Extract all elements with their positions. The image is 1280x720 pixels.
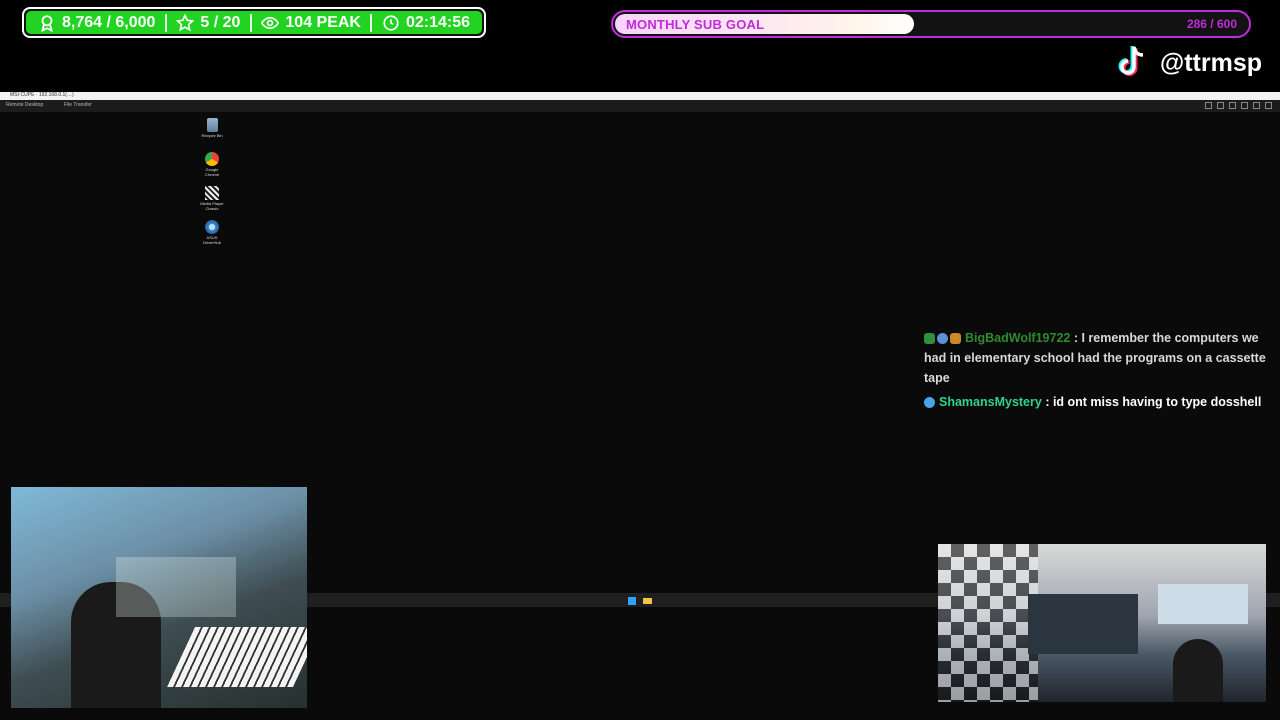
divider <box>370 13 373 32</box>
display-icon[interactable] <box>1217 102 1224 109</box>
divider <box>249 13 252 32</box>
tiktok-username: @ttrmsp <box>1159 48 1262 77</box>
eye-icon <box>261 16 280 29</box>
chat-username: ShamansMystery <box>939 395 1042 409</box>
tiktok-handle-block: @ttrmsp <box>1114 44 1262 82</box>
followers-stat: 8,764 / 6,000 <box>38 14 155 32</box>
chat-message: BigBadWolf19722 : I remember the compute… <box>924 328 1274 388</box>
uptime-stat: 02:14:56 <box>382 14 470 32</box>
tab-remote-desktop[interactable]: Remote Desktop <box>6 102 43 108</box>
divider <box>164 13 167 32</box>
badge-icon <box>924 397 935 409</box>
chrome-icon <box>205 152 219 166</box>
record-icon[interactable] <box>1253 102 1260 109</box>
chat-message: ShamansMystery : id ont miss having to t… <box>924 392 1274 412</box>
recycle-bin-icon <box>206 118 218 132</box>
webcam-room <box>938 544 1266 702</box>
desktop-icon-drive-hub[interactable]: ASUS DriverHub <box>200 220 224 245</box>
sub-goal-bar: MONTHLY SUB GOAL 286 / 600 <box>611 10 1251 38</box>
user-badges <box>924 397 935 409</box>
viewers-stat: 104 PEAK <box>261 14 361 32</box>
sub-goal-count: 286 / 600 <box>1186 17 1237 31</box>
file-explorer-icon[interactable] <box>643 598 652 604</box>
gear-icon <box>205 220 219 234</box>
tab-file-transfer[interactable]: File Transfer <box>64 102 92 108</box>
fullscreen-icon[interactable] <box>1265 102 1272 109</box>
remote-window-toolbar: Remote Desktop File Transfer <box>0 100 1280 112</box>
star-icon <box>176 13 195 31</box>
stream-stats-bar: 8,764 / 6,000 5 / 20 104 PEAK 02:14:56 <box>22 7 486 38</box>
webcam-streamer <box>11 487 307 708</box>
settings-icon[interactable] <box>1205 102 1212 109</box>
remote-window-title: MSI·CUPE · 192.168.0.1(…) <box>10 92 74 98</box>
chat-text: : id ont miss having to type dosshell <box>1045 395 1262 409</box>
chat-icon[interactable] <box>1241 102 1248 109</box>
desktop-icon-chrome[interactable]: Google Chrome <box>200 152 224 177</box>
badge-icon <box>950 333 961 345</box>
badge-icon <box>924 333 935 345</box>
award-icon <box>41 14 53 32</box>
user-badges <box>924 333 961 345</box>
remote-toolbar-icons <box>1205 102 1272 109</box>
remote-window-titlebar[interactable]: MSI·CUPE · 192.168.0.1(…) <box>0 92 1280 100</box>
windows-start-icon[interactable] <box>628 597 636 605</box>
clapperboard-icon <box>205 186 219 200</box>
subs-stat: 5 / 20 <box>176 13 240 32</box>
keyboard-icon[interactable] <box>1229 102 1236 109</box>
sub-goal-label: MONTHLY SUB GOAL <box>626 17 765 32</box>
badge-icon <box>937 333 948 345</box>
chat-overlay: BigBadWolf19722 : I remember the compute… <box>924 328 1274 412</box>
chat-username: BigBadWolf19722 <box>965 331 1071 345</box>
desktop-icon-media-player[interactable]: Media Player Classic <box>200 186 224 211</box>
tiktok-logo-icon <box>1118 46 1143 76</box>
clock-icon <box>383 14 399 31</box>
desktop-icon-recycle-bin[interactable]: Recycle Bin <box>200 118 224 138</box>
